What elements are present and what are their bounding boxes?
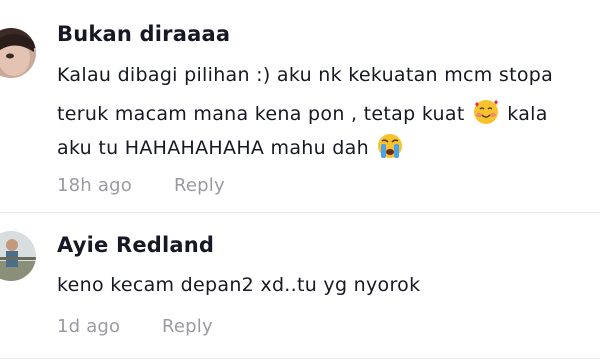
smiling-face-with-hearts-icon — [473, 99, 499, 125]
comment-username[interactable]: Bukan diraaaa — [57, 22, 230, 46]
reply-button[interactable]: Reply — [174, 175, 225, 196]
comment-text-fragment: kala — [507, 103, 548, 125]
comment-text-line: teruk macam mana kena pon , tetap kuat k… — [57, 99, 548, 125]
comment-username[interactable]: Ayie Redland — [57, 233, 214, 257]
comment-timestamp: 1d ago — [57, 316, 121, 337]
comment-timestamp: 18h ago — [57, 175, 132, 196]
comment-item: Ayie Redland keno kecam depan2 xd..tu yg… — [0, 212, 600, 360]
comment-text-fragment: aku tu HAHAHAHAHA mahu dah — [57, 137, 369, 159]
comment-text-line: Kalau dibagi pilihan :) aku nk kekuatan … — [57, 64, 554, 86]
comment-text-fragment: teruk macam mana kena pon , tetap kuat — [57, 103, 465, 125]
comment-item: Bukan diraaaa Kalau dibagi pilihan :) ak… — [0, 0, 600, 210]
avatar-image — [0, 28, 36, 78]
comment-text-line: aku tu HAHAHAHAHA mahu dah — [57, 133, 405, 159]
comment-divider — [0, 358, 600, 359]
avatar-image — [0, 231, 36, 281]
comment-text-line: keno kecam depan2 xd..tu yg nyorok — [57, 274, 421, 296]
reply-button[interactable]: Reply — [162, 316, 213, 337]
avatar[interactable] — [0, 231, 36, 281]
loudly-crying-face-icon — [377, 133, 403, 159]
avatar[interactable] — [0, 28, 36, 78]
